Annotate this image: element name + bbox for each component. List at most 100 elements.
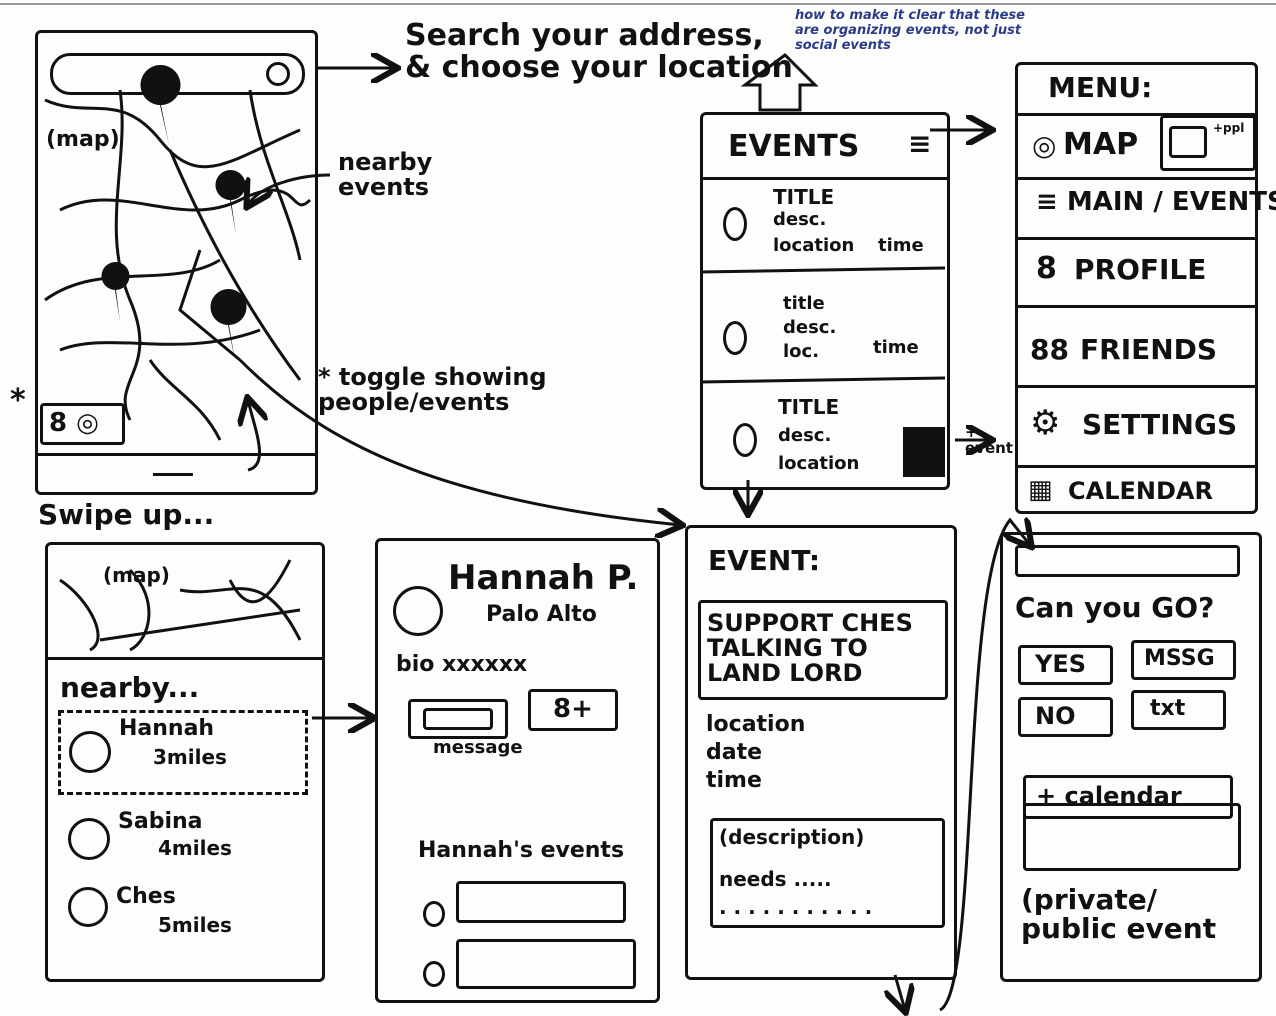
asterisk-marker: * bbox=[10, 383, 26, 418]
nearby-person-row[interactable]: Hannah 3miles bbox=[58, 710, 308, 795]
event-name: SUPPORT CHES TALKING TO LAND LORD bbox=[707, 609, 913, 688]
profile-city: Palo Alto bbox=[486, 602, 597, 627]
avatar bbox=[68, 818, 110, 860]
map-pin-icon: ◎ bbox=[1032, 129, 1057, 162]
events-header-divider bbox=[703, 177, 948, 180]
event-desc: desc. bbox=[783, 317, 837, 338]
person-name: Hannah bbox=[119, 716, 215, 741]
search-annotation: Search your address, & choose your locat… bbox=[405, 18, 793, 85]
event-title: title bbox=[783, 293, 825, 314]
swipe-up-annotation: Swipe up... bbox=[38, 498, 215, 531]
location-pin-icon bbox=[423, 961, 445, 987]
location-pin-icon bbox=[723, 207, 747, 241]
pen-note: how to make it clear that these are orga… bbox=[795, 8, 1025, 53]
person-name: Sabina bbox=[118, 809, 203, 834]
msg-label: MSSG bbox=[1144, 646, 1215, 671]
avatar bbox=[68, 887, 108, 927]
profile-bio: bio xxxxxx bbox=[396, 652, 528, 677]
nearby-person-row[interactable]: Ches 5miles bbox=[58, 885, 308, 955]
profile-events-heading: Hannah's events bbox=[418, 838, 625, 863]
notes-input[interactable] bbox=[1023, 803, 1241, 871]
menu-item-label: CALENDAR bbox=[1068, 477, 1213, 505]
chat-icon bbox=[1169, 126, 1207, 158]
person-name: Ches bbox=[116, 884, 176, 909]
event-location: location bbox=[706, 712, 806, 737]
person-icon: 8 bbox=[1036, 251, 1057, 286]
privacy-label: (private/ public event bbox=[1021, 883, 1217, 946]
message-button[interactable]: MSSG bbox=[1131, 640, 1236, 680]
menu-item-label: MAP bbox=[1063, 127, 1139, 162]
text-button[interactable]: txt bbox=[1131, 690, 1226, 730]
hamburger-menu-icon[interactable]: ≡ bbox=[908, 129, 931, 159]
menu-title: MENU: bbox=[1048, 71, 1153, 104]
menu-item-extra: +ppl bbox=[1213, 121, 1245, 135]
profile-name: Hannah P. bbox=[448, 558, 639, 598]
map-label: (map) bbox=[46, 127, 120, 152]
profile-avatar bbox=[393, 586, 443, 636]
events-title: EVENTS bbox=[728, 129, 860, 164]
event-summary-bar bbox=[1015, 545, 1240, 577]
add-friend-button[interactable]: 8+ bbox=[528, 689, 618, 731]
search-bar[interactable] bbox=[50, 53, 305, 95]
event-desc: desc. bbox=[778, 425, 832, 446]
profile-event-card[interactable] bbox=[456, 881, 626, 923]
menu-item-label: FRIENDS bbox=[1080, 333, 1218, 366]
rsvp-screen: Can you GO? YES MSSG NO txt + calendar (… bbox=[1000, 532, 1262, 982]
bottom-bar-divider bbox=[38, 453, 316, 456]
menu-item-label: PROFILE bbox=[1074, 253, 1207, 286]
calendar-icon: ▦ bbox=[1028, 475, 1053, 505]
event-time: time bbox=[878, 235, 924, 256]
add-event-button[interactable] bbox=[903, 427, 945, 477]
menu-item-map[interactable]: ◎ MAP bbox=[1018, 117, 1158, 177]
event-list-item[interactable]: title desc. loc. time bbox=[713, 293, 943, 385]
event-date: date bbox=[706, 740, 763, 765]
event-description-box: (description) needs ..... . . . . . . . … bbox=[710, 818, 945, 928]
yes-label: YES bbox=[1035, 650, 1087, 678]
swipe-handle[interactable] bbox=[153, 473, 193, 476]
event-title: TITLE bbox=[773, 185, 835, 209]
toggle-annotation: * toggle showing people/events bbox=[318, 363, 547, 417]
nearby-person-row[interactable]: Sabina 4miles bbox=[58, 810, 308, 880]
profile-screen: Hannah P. Palo Alto bio xxxxxx message 8… bbox=[375, 538, 660, 1003]
event-location: location bbox=[773, 235, 855, 256]
menu-divider bbox=[1018, 305, 1256, 308]
search-icon bbox=[266, 62, 290, 86]
event-title: TITLE bbox=[778, 395, 840, 419]
event-time: time bbox=[873, 337, 919, 358]
no-label: NO bbox=[1035, 702, 1076, 730]
menu-item-label: SETTINGS bbox=[1082, 408, 1238, 441]
yes-button[interactable]: YES bbox=[1018, 645, 1113, 685]
menu-divider bbox=[1018, 177, 1256, 180]
profile-event-card[interactable] bbox=[456, 939, 636, 989]
event-detail-title: EVENT: bbox=[708, 544, 821, 577]
gear-icon: ⚙ bbox=[1030, 403, 1061, 443]
message-label: message bbox=[433, 737, 523, 758]
event-list-item[interactable]: TITLE desc. location time bbox=[713, 187, 943, 272]
menu-divider bbox=[1018, 237, 1256, 240]
menu-divider bbox=[1018, 465, 1256, 468]
location-pin-icon bbox=[423, 901, 445, 927]
people-events-toggle[interactable]: 8 ◎ bbox=[40, 403, 125, 445]
nearby-heading: nearby... bbox=[60, 671, 200, 704]
txt-label: txt bbox=[1150, 696, 1186, 721]
person-distance: 3miles bbox=[153, 745, 227, 769]
add-event-annotation: + event bbox=[965, 423, 1013, 457]
menu-item-main-events[interactable]: ≡ MAIN / EVENTS bbox=[1036, 188, 1276, 216]
menu-screen: MENU: ◎ MAP +ppl ≡ MAIN / EVENTS 8 PROFI… bbox=[1015, 62, 1276, 514]
event-time: time bbox=[706, 768, 762, 793]
event-needs: needs ..... bbox=[719, 867, 832, 891]
menu-item-people[interactable]: +ppl bbox=[1160, 115, 1256, 171]
no-button[interactable]: NO bbox=[1018, 697, 1113, 737]
person-distance: 5miles bbox=[158, 913, 232, 937]
add-friend-icon: 8+ bbox=[553, 694, 593, 724]
event-detail-screen: EVENT: SUPPORT CHES TALKING TO LAND LORD… bbox=[685, 525, 957, 980]
location-pin-icon bbox=[733, 423, 757, 457]
nearby-map-divider bbox=[48, 657, 323, 660]
message-button[interactable] bbox=[408, 699, 508, 739]
event-desc: desc. bbox=[773, 209, 827, 230]
rsvp-question: Can you GO? bbox=[1015, 591, 1215, 624]
menu-divider bbox=[1018, 385, 1256, 388]
toggle-icons: 8 ◎ bbox=[49, 408, 99, 438]
event-name-box: SUPPORT CHES TALKING TO LAND LORD bbox=[698, 600, 948, 700]
event-needs-dots: . . . . . . . . . . . bbox=[719, 895, 873, 919]
